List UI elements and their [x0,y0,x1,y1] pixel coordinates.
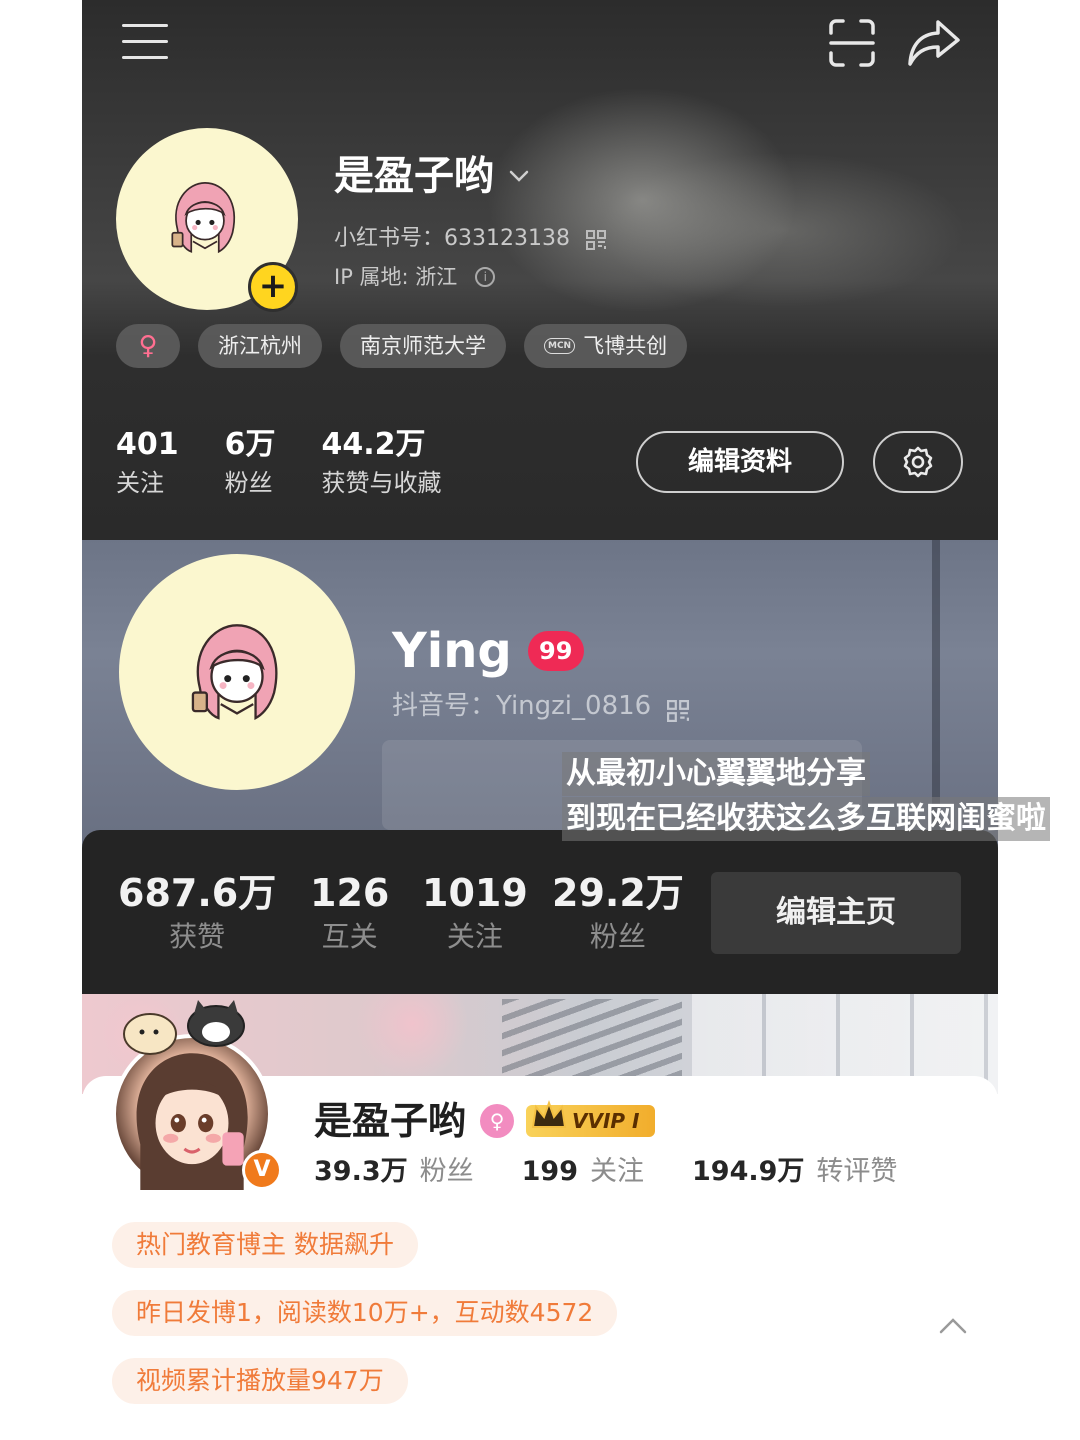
add-avatar-button[interactable]: + [248,262,298,312]
stat-label: 互关 [321,920,378,953]
caption-line-1: 从最初小心翼翼地分享 [562,752,870,796]
douyin-username: Ying [392,623,512,679]
stat-value: 1019 [422,871,528,915]
video-plays-pill[interactable]: 视频累计播放量947万 [112,1358,408,1404]
weibo-profile-header: V 是盈子哟 ♀ VVIP I 39.3万 粉丝 199 关注 194.9万 转… [82,994,998,1440]
trending-blogger-pill[interactable]: 热门教育博主 数据飙升 [112,1222,418,1268]
weibo-engagement-label[interactable]: 转评赞 [816,1152,897,1192]
daily-stats-pill[interactable]: 昨日发博1，阅读数10万+，互动数4572 [112,1290,618,1336]
stat-value: 29.2万 [552,871,684,915]
cartoon-girl-avatar-icon [171,182,235,254]
qr-code-icon[interactable] [585,229,606,250]
xhs-stat-following[interactable]: 401 关注 [116,424,179,500]
location-tag: 浙江杭州 [198,324,322,368]
stat-value: 44.2万 [321,427,426,462]
xhs-profile-header: + 是盈子哟 小红书号：633123138 IP 属地: 浙江 i ♀ 浙江杭州… [82,0,998,540]
xhs-account-id-row: 小红书号：633123138 [334,224,606,254]
stat-label: 关注 [446,920,503,953]
xhs-ip-location: IP 属地: 浙江 [334,265,458,289]
weibo-following-label[interactable]: 关注 [590,1152,644,1192]
douyin-stat-following[interactable]: 1019 关注 [422,868,528,956]
menu-icon[interactable] [122,24,168,62]
stat-label: 获赞与收藏 [321,469,442,497]
cartoon-girl-avatar-icon [191,624,278,720]
edit-profile-button[interactable]: 编辑资料 [636,431,844,493]
stat-label: 获赞 [169,920,226,953]
xhs-username: 是盈子哟 [334,153,494,199]
douyin-account-id-row: 抖音号：Yingzi_0816 [392,688,690,724]
weibo-stats: 39.3万 粉丝 199 关注 194.9万 转评赞 [314,1152,945,1192]
weibo-engagement-value[interactable]: 194.9万 [692,1152,804,1192]
school-tag: 南京师范大学 [340,324,506,368]
scan-icon[interactable] [828,18,876,68]
edit-homepage-button[interactable]: 编辑主页 [711,872,961,954]
douyin-avatar[interactable] [119,554,355,790]
xhs-stat-likes[interactable]: 44.2万 获赞与收藏 [322,424,442,500]
douyin-account-id: 抖音号：Yingzi_0816 [392,691,652,721]
crown-icon [531,1100,567,1128]
background-pole [932,540,940,830]
share-icon[interactable] [906,18,962,68]
weibo-followers-value[interactable]: 39.3万 [314,1152,408,1192]
douyin-stat-mutual[interactable]: 126 互关 [310,868,389,956]
douyin-name-row: Ying 99 [392,620,584,682]
xhs-name-row[interactable]: 是盈子哟 [334,150,530,202]
chevron-down-icon[interactable] [508,165,530,187]
douyin-stat-followers[interactable]: 29.2万 粉丝 [552,868,684,956]
xhs-tags: ♀ 浙江杭州 南京师范大学 MCN 飞博共创 [116,324,688,368]
pets-decoration-icon [110,994,260,1064]
settings-button[interactable] [873,431,963,493]
xhs-account-id: 小红书号：633123138 [334,226,570,251]
qr-code-icon[interactable] [667,696,690,722]
gender-tag: ♀ [116,324,180,368]
stat-value: 687.6万 [118,871,277,915]
settings-icon [903,446,933,478]
weibo-username: 是盈子哟 [314,1099,467,1143]
level-badge[interactable]: 99 [527,631,584,671]
stat-label: 粉丝 [589,920,646,953]
vip-badge[interactable]: VVIP I [526,1100,656,1137]
weibo-following-value[interactable]: 199 [522,1152,578,1192]
female-icon: ♀ [480,1104,515,1138]
stat-value: 6万 [224,427,276,462]
xhs-stats: 401 关注 6万 粉丝 44.2万 获赞与收藏 [116,424,488,500]
mcn-tag-label: 飞博共创 [583,334,668,358]
stat-value: 126 [310,871,390,915]
douyin-stat-likes[interactable]: 687.6万 获赞 [118,868,276,956]
xhs-stat-followers[interactable]: 6万 粉丝 [225,424,276,500]
xhs-ip-row: IP 属地: 浙江 i [334,262,496,292]
verified-badge-icon: V [242,1150,282,1190]
douyin-stats-bar: 687.6万 获赞 126 互关 1019 关注 29.2万 粉丝 编辑主页 [82,830,998,994]
stat-label: 粉丝 [224,469,273,497]
vip-label: VVIP I [572,1109,640,1133]
weibo-followers-label[interactable]: 粉丝 [420,1152,474,1192]
mcn-icon: MCN [544,338,576,354]
info-icon[interactable]: i [475,267,496,287]
chevron-up-icon[interactable] [938,1316,968,1336]
weibo-name-row: 是盈子哟 ♀ VVIP I [314,1094,656,1148]
mcn-tag[interactable]: MCN 飞博共创 [524,324,688,368]
stat-label: 关注 [116,469,164,497]
stat-value: 401 [116,427,179,462]
caption-line-2: 到现在已经收获这么多互联网闺蜜啦 [562,797,1050,841]
